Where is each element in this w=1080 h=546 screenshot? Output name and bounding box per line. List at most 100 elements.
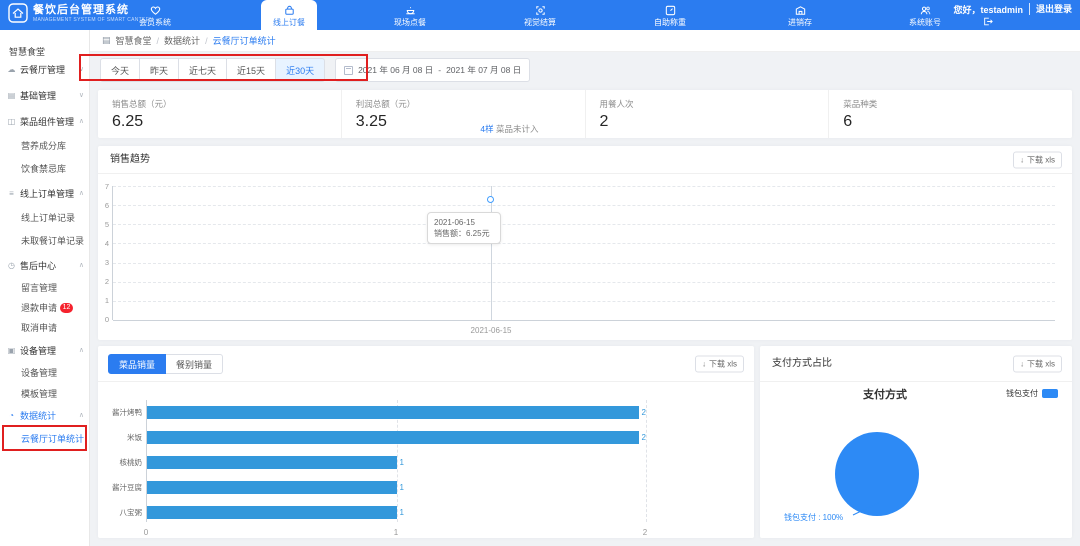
date-separator: - [438,65,441,75]
bar-category-labels: 酱汁烤鸭 米饭 核桃奶 酱汁豆腐 八宝粥 [100,400,142,522]
logo-icon [8,3,28,23]
pie-leader-line [850,498,884,518]
filter-last30days[interactable]: 近30天 [276,58,325,82]
legend-label: 钱包支付 [1006,388,1038,399]
clock-icon: ◷ [7,258,16,274]
data-point-marker[interactable] [487,196,494,203]
warehouse-icon [794,4,807,17]
sidebar-item-nutrition-library[interactable]: 营养成分库 [0,138,90,154]
tab-dish-sales[interactable]: 菜品销量 [108,354,166,374]
breadcrumb: ▤ 智慧食堂 / 数据统计 / 云餐厅订单统计 [90,30,1080,52]
nav-onsite-ordering[interactable]: 现场点餐 [375,0,445,30]
breadcrumb-item[interactable]: 智慧食堂 [116,34,152,47]
sidebar-item-aftersale-center[interactable]: ◷ 售后中心 [0,258,90,274]
grid-icon: ▤ [7,88,16,104]
tooltip-value: 销售额：6.25元 [434,228,494,239]
top-navbar: 餐饮后台管理系统 MANAGEMENT SYSTEM OF SMART CANT… [0,0,1080,30]
bar [147,506,397,519]
dish-sales-card: 菜品销量 餐别销量 下载 xls 酱汁烤鸭 米饭 核桃奶 酱汁豆腐 八宝粥 2 … [98,346,754,538]
sidebar-item-unclaimed-order-records[interactable]: 未取餐订单记录 [0,233,90,249]
filter-yesterday[interactable]: 昨天 [140,58,179,82]
stat-dish-types: 菜品种类 6 [828,90,1072,138]
sales-tabs: 菜品销量 餐别销量 [108,354,223,374]
pie-chart-title: 支付方式 [830,386,940,402]
sidebar-item-refund-request[interactable]: 退款申请12 [0,300,90,316]
sidebar-item-template-mgmt[interactable]: 模板管理 [0,386,90,402]
payment-method-card: 支付方式占比 下载 xls 支付方式 钱包支付 钱包支付 : 100% [760,346,1072,538]
trend-download-button[interactable]: 下载 xls [1013,151,1062,168]
dine-plate-icon [404,4,417,17]
nav-self-weighing[interactable]: 自助称重 [635,0,705,30]
nav-member-system[interactable]: 会员系统 [120,0,190,30]
nav-system-account[interactable]: 系统账号 [890,0,960,30]
cloud-icon: ☁ [7,62,16,78]
page: 餐饮后台管理系统 MANAGEMENT SYSTEM OF SMART CANT… [0,0,1080,546]
nav-inventory[interactable]: 进销存 [765,0,835,30]
sidebar-item-dish-components[interactable]: ◫ 菜品组件管理 [0,114,90,130]
sales-trend-card: 销售趋势 下载 xls 7 6 5 4 3 2 1 0 2021-06-15 销… [98,146,1072,340]
components-icon: ◫ [7,114,16,130]
sidebar-item-online-order-mgmt[interactable]: ≡ 线上订单管理 [0,186,90,202]
sidebar-item-message-mgmt[interactable]: 留言管理 [0,280,90,296]
chevron-up-icon [79,114,84,130]
sidebar-item-device-mgmt[interactable]: 设备管理 [0,365,90,381]
user-greeting: 您好，testadmin [953,3,1023,16]
sidebar: 智慧食堂 ☁ 云餐厅管理 ▤ 基础管理 ◫ 菜品组件管理 营养成分库 饮食禁忌库… [0,30,90,546]
date-start: 2021 年 06 月 08 日 [358,64,433,76]
tooltip-date: 2021-06-15 [434,217,494,228]
refund-count-badge: 12 [60,303,73,313]
sidebar-brand: 智慧食堂 [0,44,90,60]
filter-last7days[interactable]: 近七天 [179,58,227,82]
sidebar-item-basic-mgmt[interactable]: ▤ 基础管理 [0,88,90,104]
date-end: 2021 年 07 月 08 日 [446,64,521,76]
pie-legend[interactable]: 钱包支付 [1006,388,1058,399]
stat-diner-count: 用餐人次 2 [585,90,829,138]
bar-plot-area: 2 2 1 1 1 [146,400,646,522]
sidebar-item-online-order-records[interactable]: 线上订单记录 [0,210,90,226]
crosshair-line [491,186,492,320]
payment-download-button[interactable]: 下载 xls [1013,355,1062,372]
chevron-down-icon [79,88,84,104]
filter-last15days[interactable]: 近15天 [227,58,276,82]
chevron-up-icon [79,258,84,274]
chart-tooltip: 2021-06-15 销售额：6.25元 [427,212,501,244]
breadcrumb-item[interactable]: 数据统计 [164,34,200,47]
user-area: 您好，testadmin 退出登录 [953,3,1072,26]
trend-title: 销售趋势 [98,146,1072,174]
chevron-up-icon [79,186,84,202]
tab-meal-sales[interactable]: 餐别销量 [166,354,223,374]
bar [147,431,639,444]
nav-online-ordering[interactable]: 线上订餐 [261,0,317,30]
date-range-picker[interactable]: 2021 年 06 月 08 日 - 2021 年 07 月 08 日 [335,58,530,82]
scale-icon [664,4,677,17]
bar [147,481,397,494]
x-axis-label: 2021-06-15 [471,326,512,335]
sidebar-item-cloud-restaurant[interactable]: ☁ 云餐厅管理 [0,62,90,78]
logout-button[interactable]: 退出登录 [1029,3,1072,15]
sidebar-item-device-mgmt-group[interactable]: ▣ 设备管理 [0,343,90,359]
takeout-bag-icon [283,4,296,17]
list-icon: ≡ [7,186,16,202]
chevron-down-icon [79,62,84,78]
breadcrumb-icon: ▤ [102,35,111,46]
monitor-icon: ▣ [7,343,16,359]
sidebar-item-diet-taboo-library[interactable]: 饮食禁忌库 [0,161,90,177]
sidebar-item-cancel-request[interactable]: 取消申请 [0,320,90,336]
sales-download-button[interactable]: 下载 xls [695,355,744,372]
trend-plot-area: 2021-06-15 销售额：6.25元 2021-06-15 [112,186,1055,320]
date-filter-bar: 今天 昨天 近七天 近15天 近30天 2021 年 06 月 08 日 - 2… [100,58,530,82]
stats-summary-card: 销售总额（元） 6.25 利润总额（元） 3.25 4样 菜品未计入 用餐人次 … [98,90,1072,138]
sidebar-item-cloud-order-statistics[interactable]: 云餐厅订单统计 [0,431,90,447]
stat-total-sales: 销售总额（元） 6.25 [98,90,341,138]
legend-swatch [1042,389,1058,398]
stat-total-profit: 利润总额（元） 3.25 4样 菜品未计入 [341,90,585,138]
pie-chart-icon: ◔ [7,408,16,424]
profit-note-link[interactable]: 4样 [480,124,493,134]
calendar-icon [344,66,353,75]
pie-slice-label: 钱包支付 : 100% [784,512,843,523]
filter-today[interactable]: 今天 [100,58,140,82]
nav-visual-checkout[interactable]: 视觉结算 [505,0,575,30]
sidebar-item-data-statistics[interactable]: ◔ 数据统计 [0,408,90,424]
heart-icon [149,4,162,17]
chevron-up-icon [79,343,84,359]
